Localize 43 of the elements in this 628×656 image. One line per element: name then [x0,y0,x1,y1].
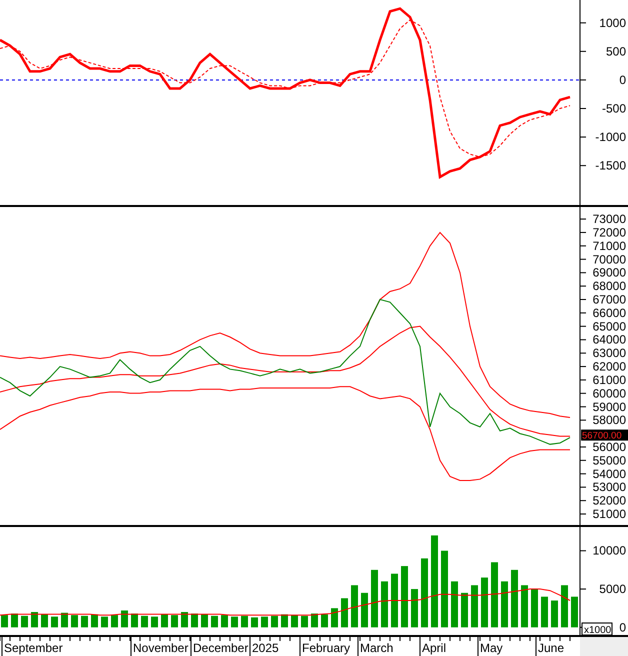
month-label: June [538,641,564,655]
axis-label: 54000 [592,466,626,481]
axis-label: 55000 [592,453,626,468]
axis-label: -1000 [595,130,626,144]
axis-label: 69000 [592,266,626,280]
axis-label: 64000 [592,332,626,347]
axis-label: 70000 [592,252,626,266]
axis-label: 5000 [599,582,626,596]
axis-label: 62000 [592,360,626,374]
axis-label: 63000 [592,346,626,360]
axis-label: 59000 [592,400,626,414]
corner-panel [580,637,628,656]
month-label: February [302,641,350,655]
axis-label: 0 [619,620,626,634]
month-label: November [133,641,188,655]
unit-label: x1000 [582,622,612,635]
axis-label: 67000 [592,292,626,306]
axis-label: 500 [606,44,626,58]
axis-label: 58000 [592,413,626,428]
axis-label: 10000 [592,544,626,558]
month-label: April [422,641,446,655]
axis-label: 52000 [592,494,626,508]
axis-label: 72000 [592,225,626,240]
axis-label: 73000 [592,212,626,226]
axis-label: 66000 [592,306,626,320]
axis-label: 51000 [592,507,626,521]
axis-label: -1500 [595,158,626,173]
axis-label: 53000 [592,480,626,494]
month-label: May [480,641,503,655]
axis-label: 65000 [592,319,626,334]
axis-label: 68000 [592,279,626,294]
price-label: 56700.00 [581,430,628,442]
month-label: September [4,641,63,655]
axis-label: 1000 [599,16,626,30]
axis-label: 0 [619,72,626,87]
axis-label: 56000 [592,440,626,454]
axis-label: 71000 [592,238,626,253]
month-label: March [360,641,394,655]
month-label: December [193,641,248,655]
axis-label: 60000 [592,386,626,400]
axis-label: 61000 [592,372,626,387]
axis-label: -500 [602,102,626,116]
month-label: 2025 [252,641,279,655]
